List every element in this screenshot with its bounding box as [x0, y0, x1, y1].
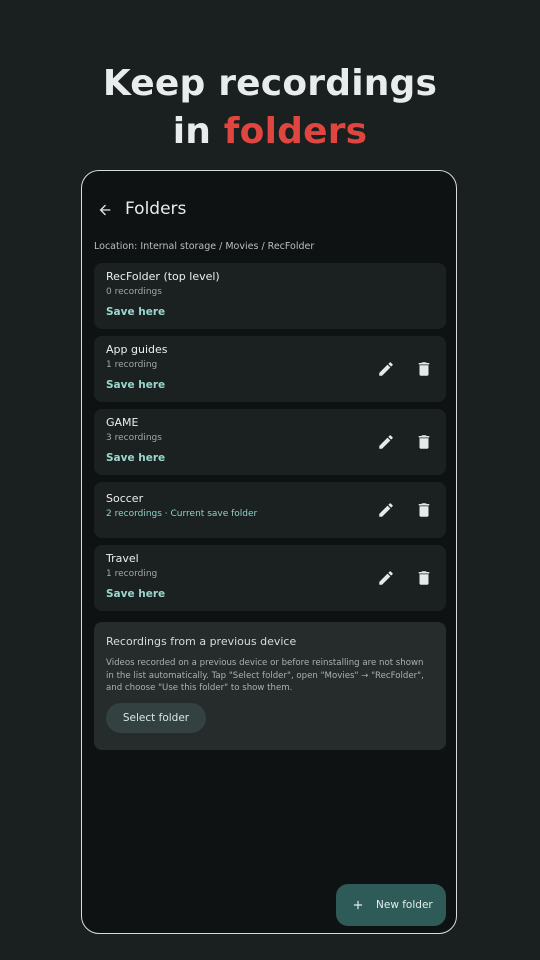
folder-actions — [374, 566, 436, 590]
promo-line-2-accent: folders — [223, 111, 368, 152]
promo-line-1: Keep recordings — [102, 63, 438, 104]
edit-button[interactable] — [374, 566, 398, 590]
app-bar: Folders — [82, 193, 456, 227]
folder-card-recfolder: RecFolder (top level) 0 recordings Save … — [94, 263, 446, 329]
page-title: Folders — [125, 199, 187, 219]
pencil-icon — [379, 503, 393, 517]
save-here-button[interactable]: Save here — [106, 588, 165, 600]
trash-icon — [418, 503, 430, 517]
phone-frame: Folders Location: Internal storage / Mov… — [81, 170, 457, 934]
save-here-button[interactable]: Save here — [106, 306, 165, 318]
edit-button[interactable] — [374, 357, 398, 381]
folder-card-travel: Travel 1 recording Save here — [94, 545, 446, 611]
new-folder-button[interactable]: New folder — [336, 884, 446, 926]
folder-card-game: GAME 3 recordings Save here — [94, 409, 446, 475]
location-path: Location: Internal storage / Movies / Re… — [94, 241, 315, 252]
folder-actions — [374, 357, 436, 381]
new-folder-label: New folder — [376, 899, 433, 911]
folder-count: 0 recordings — [106, 287, 162, 297]
folder-name: GAME — [106, 416, 139, 429]
trash-icon — [418, 362, 430, 376]
trash-icon — [418, 435, 430, 449]
delete-button[interactable] — [412, 430, 436, 454]
trash-icon — [418, 571, 430, 585]
promo-headline: Keep recordings in folders — [0, 60, 540, 156]
delete-button[interactable] — [412, 357, 436, 381]
select-folder-button[interactable]: Select folder — [106, 702, 206, 733]
folder-name: Travel — [106, 552, 139, 565]
previous-device-info-card: Recordings from a previous device Videos… — [94, 622, 446, 750]
folder-name: App guides — [106, 343, 168, 356]
folder-card-app-guides: App guides 1 recording Save here — [94, 336, 446, 402]
info-title: Recordings from a previous device — [106, 635, 297, 648]
edit-button[interactable] — [374, 430, 398, 454]
pencil-icon — [379, 571, 393, 585]
edit-button[interactable] — [374, 498, 398, 522]
delete-button[interactable] — [412, 498, 436, 522]
folder-list: RecFolder (top level) 0 recordings Save … — [94, 263, 446, 618]
folder-actions — [374, 498, 436, 522]
info-body: Videos recorded on a previous device or … — [106, 658, 424, 694]
pencil-icon — [379, 435, 393, 449]
folder-name: RecFolder (top level) — [106, 270, 220, 283]
folder-card-soccer: Soccer 2 recordings · Current save folde… — [94, 482, 446, 538]
folder-actions — [374, 430, 436, 454]
promo-line-2-prefix: in — [172, 111, 224, 152]
promo-line-2: in folders — [0, 108, 540, 156]
delete-button[interactable] — [412, 566, 436, 590]
save-here-button[interactable]: Save here — [106, 379, 165, 391]
pencil-icon — [379, 362, 393, 376]
save-here-button[interactable]: Save here — [106, 452, 165, 464]
back-button[interactable] — [92, 197, 118, 223]
plus-icon — [350, 897, 366, 913]
arrow-left-icon — [99, 204, 111, 216]
